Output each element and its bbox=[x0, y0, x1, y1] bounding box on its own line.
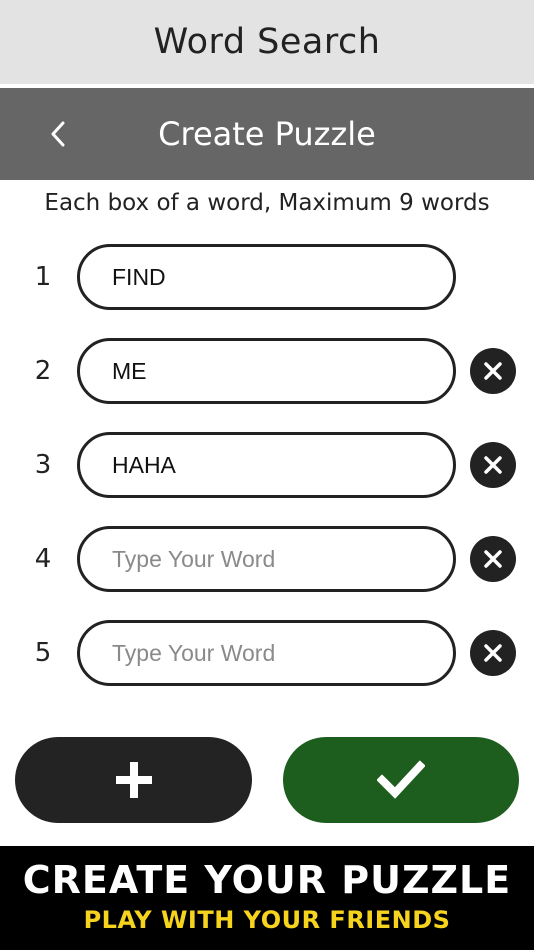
create-puzzle-confirm-button[interactable] bbox=[283, 737, 519, 823]
row-number: 1 bbox=[34, 262, 52, 292]
remove-word-button-2[interactable] bbox=[470, 348, 516, 394]
add-word-button[interactable] bbox=[15, 737, 252, 823]
instructions-text: Each box of a word, Maximum 9 words bbox=[44, 190, 490, 216]
remove-word-button-5[interactable] bbox=[470, 630, 516, 676]
app-title: Word Search bbox=[153, 22, 381, 62]
close-icon bbox=[484, 550, 502, 568]
row-number: 5 bbox=[34, 638, 52, 668]
nav-bar: Create Puzzle bbox=[0, 88, 534, 180]
remove-word-button-4[interactable] bbox=[470, 536, 516, 582]
promo-subline: PLAY WITH YOUR FRIENDS bbox=[83, 906, 451, 934]
row-number: 4 bbox=[34, 544, 52, 574]
word-input-1[interactable] bbox=[77, 244, 456, 310]
word-input-4[interactable] bbox=[77, 526, 456, 592]
page-title: Create Puzzle bbox=[158, 115, 376, 153]
close-icon bbox=[484, 362, 502, 380]
word-row-3: 3 bbox=[0, 432, 534, 498]
row-number: 2 bbox=[34, 356, 52, 386]
close-icon bbox=[484, 456, 502, 474]
promo-headline: CREATE YOUR PUZZLE bbox=[22, 858, 512, 902]
app-header: Word Search bbox=[0, 0, 534, 84]
word-row-2: 2 bbox=[0, 338, 534, 404]
checkmark-icon bbox=[377, 760, 425, 799]
word-input-2[interactable] bbox=[77, 338, 456, 404]
close-icon bbox=[484, 644, 502, 662]
plus-icon bbox=[115, 762, 152, 798]
back-button[interactable] bbox=[36, 112, 80, 156]
word-input-5[interactable] bbox=[77, 620, 456, 686]
row-number: 3 bbox=[34, 450, 52, 480]
word-row-1: 1 bbox=[0, 244, 534, 310]
promo-banner: CREATE YOUR PUZZLE PLAY WITH YOUR FRIEND… bbox=[0, 846, 534, 950]
chevron-left-icon bbox=[51, 121, 65, 147]
word-row-5: 5 bbox=[0, 620, 534, 686]
word-input-3[interactable] bbox=[77, 432, 456, 498]
remove-word-button-3[interactable] bbox=[470, 442, 516, 488]
word-row-4: 4 bbox=[0, 526, 534, 592]
